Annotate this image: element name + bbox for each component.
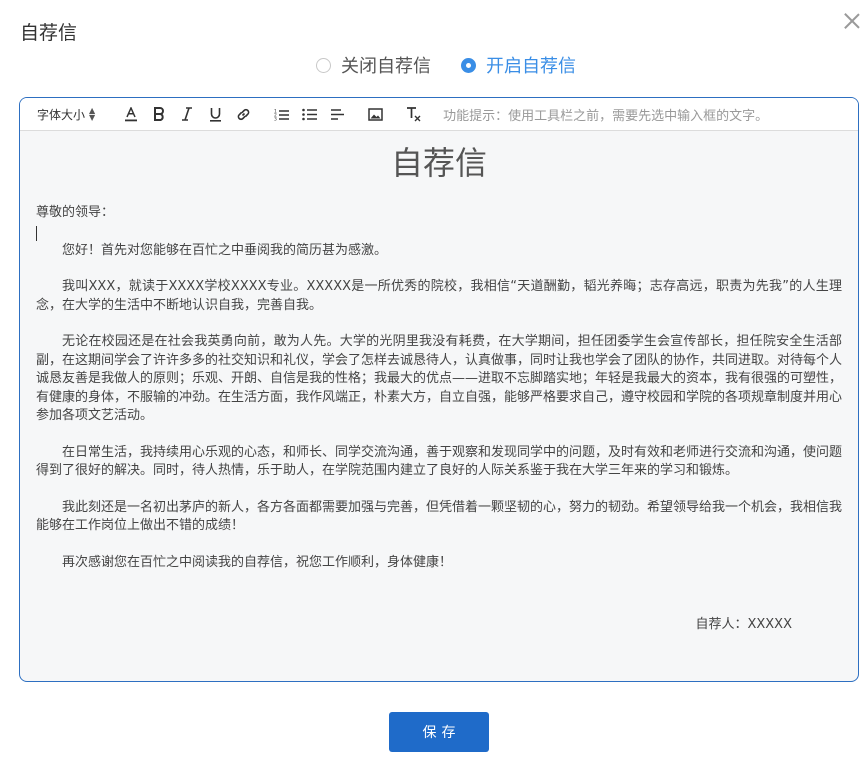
letter-signature: 自荐人：XXXXX: [695, 617, 792, 632]
ordered-list-icon[interactable]: 123: [267, 103, 295, 125]
letter-paragraph: 您好！首先对您能够在百忙之中垂阅我的简历甚为感激。: [62, 242, 388, 258]
font-size-select[interactable]: 字体大小 ▲ ▼: [37, 106, 95, 123]
underline-icon[interactable]: [201, 103, 229, 125]
clear-format-icon[interactable]: [399, 103, 427, 125]
letter-greeting: 尊敬的领导：: [36, 205, 115, 220]
letter-content[interactable]: 自荐信 尊敬的领导： 您好！首先对您能够在百忙之中垂阅我的简历甚为感激。 我叫X…: [20, 131, 858, 635]
letter-paragraph: 我此刻还是一名初出茅庐的新人，各方各面都需要加强与完善，但凭借着一颗坚韧的心，努…: [36, 499, 843, 534]
letter-title: 自荐信: [390, 144, 487, 182]
image-icon[interactable]: [361, 103, 389, 125]
radio-checked-icon: [461, 57, 476, 73]
radio-close-letter-label: 关闭自荐信: [341, 56, 431, 77]
letter-paragraph: 无论在校园还是在社会我英勇向前，敢为人先。大学的光阴里我没有耗费，在大学期间，担…: [36, 334, 843, 423]
text-cursor: [36, 225, 37, 241]
letter-paragraph: 再次感谢您在百忙之中阅读我的自荐信，祝您工作顺利，身体健康！: [62, 554, 453, 570]
unordered-list-icon[interactable]: [295, 103, 323, 125]
bold-icon[interactable]: [145, 103, 173, 125]
letter-paragraph: 在日常生活，我持续用心乐观的心态，和师长、同学交流沟通，善于观察和发现同学中的问…: [36, 444, 843, 479]
svg-text:3: 3: [274, 116, 277, 121]
editor-toolbar: 字体大小 ▲ ▼ 123 功能提示：使用工具栏之前，需要先选中输入框的文字。: [20, 98, 858, 131]
font-color-icon[interactable]: [117, 103, 145, 125]
sort-arrows-icon: ▲ ▼: [89, 106, 96, 122]
radio-open-letter[interactable]: 开启自荐信: [461, 52, 576, 78]
align-left-icon[interactable]: [323, 103, 351, 125]
toolbar-hint: 功能提示：使用工具栏之前，需要先选中输入框的文字。: [443, 108, 769, 124]
dialog-title: 自荐信: [20, 22, 78, 44]
letter-mode-radio-group: 关闭自荐信 开启自荐信: [0, 52, 868, 78]
font-size-label: 字体大小: [37, 107, 86, 122]
radio-unchecked-icon: [316, 57, 331, 73]
close-icon[interactable]: [842, 11, 862, 31]
save-button[interactable]: 保存: [389, 712, 489, 752]
radio-close-letter[interactable]: 关闭自荐信: [316, 52, 431, 78]
letter-paragraph: 我叫XXX，就读于XXXX学校XXXX专业。XXXXX是一所优秀的院校，我相信“…: [36, 279, 842, 313]
link-icon[interactable]: [229, 103, 257, 125]
radio-open-letter-label: 开启自荐信: [486, 56, 576, 77]
italic-icon[interactable]: [173, 103, 201, 125]
rich-text-editor: 字体大小 ▲ ▼ 123 功能提示：使用工具栏之前，需要先选中输入框的文字。 自…: [19, 97, 859, 682]
